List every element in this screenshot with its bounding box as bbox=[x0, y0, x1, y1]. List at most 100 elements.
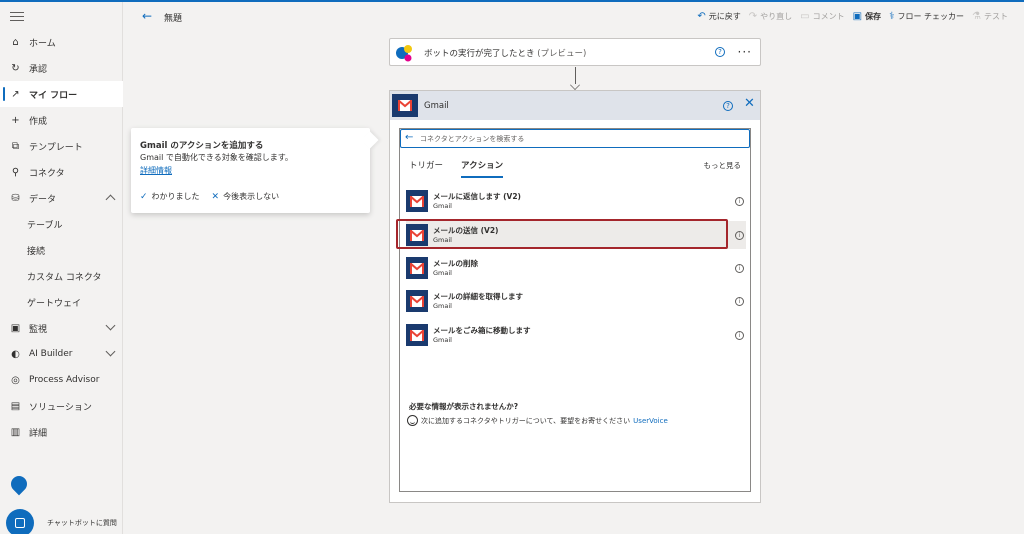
beaker-icon: ⚗ bbox=[972, 10, 981, 22]
action-connector: Gmail bbox=[433, 202, 452, 210]
sidebar-item[interactable]: ▥ 詳細 bbox=[0, 419, 123, 445]
action-item[interactable]: メールの詳細を取得します Gmail i bbox=[406, 287, 746, 315]
redo-icon: ↷ bbox=[748, 10, 758, 22]
uservoice-link[interactable]: UserVoice bbox=[633, 417, 668, 425]
sidebar-item-label: AI Builder bbox=[29, 349, 73, 359]
toolbar-button-label: やり直し bbox=[760, 11, 793, 21]
toolbar-button[interactable]: ▣ 保存 bbox=[853, 11, 881, 22]
info-icon[interactable]: i bbox=[735, 231, 744, 240]
toolbar-button[interactable]: ⚗ テスト bbox=[972, 11, 1008, 22]
close-icon[interactable]: ✕ bbox=[744, 97, 755, 111]
info-icon[interactable]: i bbox=[735, 197, 744, 206]
sidebar-item-label: テーブル bbox=[27, 220, 63, 231]
trigger-help-icon[interactable]: ? bbox=[715, 47, 725, 57]
comment-icon: ▭ bbox=[800, 10, 810, 22]
toolbar-button[interactable]: ⚕ フロー チェッカー bbox=[889, 11, 964, 22]
chevron-down-icon[interactable] bbox=[105, 346, 116, 357]
chatbot-icon bbox=[15, 518, 25, 528]
got-it-label: わかりました bbox=[151, 192, 200, 201]
trigger-card[interactable]: ボットの実行が完了したとき (プレビュー) ? ··· bbox=[389, 38, 761, 66]
back-arrow-icon[interactable]: ← bbox=[405, 132, 413, 143]
tab-actions[interactable]: アクション bbox=[461, 159, 504, 178]
sidebar-item[interactable]: 接続 bbox=[0, 237, 123, 263]
panel-help-icon[interactable]: ? bbox=[723, 101, 733, 111]
trigger-title-text: ボットの実行が完了したとき bbox=[424, 49, 535, 59]
template-icon: ⧉ bbox=[11, 140, 20, 152]
toolbar-button-label: 保存 bbox=[865, 11, 882, 21]
sidebar-item[interactable]: ▤ ソリューション bbox=[0, 393, 123, 419]
panel-title: Gmail bbox=[424, 101, 449, 111]
back-arrow-icon[interactable]: ← bbox=[142, 10, 154, 22]
gmail-logo-icon bbox=[406, 290, 428, 312]
sidebar-item[interactable]: ◎ Process Advisor bbox=[0, 367, 123, 393]
sidebar-item[interactable]: ▣ 監視 bbox=[0, 315, 123, 341]
tab-triggers[interactable]: トリガー bbox=[409, 159, 443, 171]
toolbar-button[interactable]: ▭ コメント bbox=[800, 11, 844, 22]
chevron-down-icon[interactable] bbox=[105, 320, 116, 331]
gmail-logo-icon bbox=[406, 257, 428, 279]
feedback-row: 次に追加するコネクタやトリガーについて、要望をお寄せください UserVoice bbox=[407, 415, 668, 426]
gmail-action-panel: Gmail ? ✕ ← コネクタとアクションを検索する トリガー アクション も… bbox=[389, 90, 761, 503]
action-title: メールに返信します (V2) bbox=[433, 192, 521, 201]
sidebar-item-label: Process Advisor bbox=[29, 375, 100, 385]
toolbar-button-label: テスト bbox=[984, 11, 1008, 21]
dont-show-again-button[interactable]: ✕ 今後表示しない bbox=[212, 191, 280, 202]
sidebar-item-label: カスタム コネクタ bbox=[27, 272, 102, 283]
more-options-icon[interactable]: ··· bbox=[738, 46, 752, 58]
sidebar-item[interactable]: ⚲ コネクタ bbox=[0, 159, 123, 185]
sidebar-item[interactable]: ⧉ テンプレート bbox=[0, 133, 123, 159]
sidebar-item[interactable]: ⛁ データ bbox=[0, 185, 123, 211]
process-advisor-icon: ◎ bbox=[11, 374, 20, 386]
info-icon[interactable]: i bbox=[735, 331, 744, 340]
callout-title: Gmail のアクションを追加する bbox=[140, 141, 264, 151]
missing-info-title: 必要な情報が表示されませんか? bbox=[409, 402, 519, 411]
gmail-logo-icon bbox=[406, 324, 428, 346]
action-title: メールをごみ箱に移動します bbox=[433, 326, 531, 335]
trigger-preview-tag: (プレビュー) bbox=[537, 49, 587, 59]
sidebar-item[interactable]: ↗ マイ フロー bbox=[0, 81, 123, 107]
search-input[interactable]: ← コネクタとアクションを検索する bbox=[400, 129, 750, 148]
connector-icon: ⚲ bbox=[11, 166, 20, 178]
panel-header: Gmail ? ✕ bbox=[390, 91, 760, 120]
action-item[interactable]: メールに返信します (V2) Gmail i bbox=[406, 187, 746, 215]
toolbar-button-label: 元に戻す bbox=[708, 11, 741, 21]
sidebar-item-label: テンプレート bbox=[29, 142, 83, 153]
database-icon: ⛁ bbox=[11, 192, 20, 204]
action-item[interactable]: メールの送信 (V2) Gmail i bbox=[406, 221, 746, 249]
sidebar-item-label: 承認 bbox=[29, 64, 48, 75]
sidebar-item-label: 監視 bbox=[29, 324, 48, 335]
sidebar-item[interactable]: ↻ 承認 bbox=[0, 55, 123, 81]
action-item[interactable]: メールをごみ箱に移動します Gmail i bbox=[406, 321, 746, 349]
learn-more-link[interactable]: 詳細情報 bbox=[140, 165, 172, 176]
flow-title[interactable]: 無題 bbox=[164, 11, 182, 24]
chatbot-label[interactable]: チャットボットに質問 bbox=[47, 518, 117, 528]
action-item[interactable]: メールの削除 Gmail i bbox=[406, 254, 746, 282]
sidebar-item-label: データ bbox=[29, 194, 57, 205]
toolbar-button[interactable]: ↶ 元に戻す bbox=[697, 11, 740, 22]
chevron-up-icon[interactable] bbox=[105, 194, 116, 205]
gmail-logo-icon bbox=[406, 190, 428, 212]
sidebar-item[interactable]: ゲートウェイ bbox=[0, 289, 123, 315]
action-connector: Gmail bbox=[433, 336, 452, 344]
checkmark-icon: ✓ bbox=[140, 191, 148, 202]
home-icon: ⌂ bbox=[12, 36, 19, 48]
info-icon[interactable]: i bbox=[735, 264, 744, 273]
hamburger-menu-icon[interactable] bbox=[10, 12, 24, 22]
left-nav: ⌂ ホーム ↻ 承認 ↗ マイ フロー + 作成 ⧉ テンプレート ⚲ コネクタ ⛁ データテーブル接続カ… bbox=[0, 2, 123, 534]
picker-tabs: トリガー アクション もっと見る bbox=[400, 159, 750, 181]
sidebar-item[interactable]: カスタム コネクタ bbox=[0, 263, 123, 289]
got-it-button[interactable]: ✓ わかりました bbox=[140, 191, 200, 202]
sidebar-item[interactable]: テーブル bbox=[0, 211, 123, 237]
sidebar-item[interactable]: ⌂ ホーム bbox=[0, 29, 123, 55]
teaching-callout: Gmail のアクションを追加する Gmail で自動化できる対象を確認します。… bbox=[131, 128, 370, 213]
action-title: メールの送信 (V2) bbox=[433, 226, 499, 235]
feedback-text: 次に追加するコネクタやトリガーについて、要望をお寄せください bbox=[421, 416, 631, 425]
toolbar-button-label: フロー チェッカー bbox=[897, 11, 965, 21]
toolbar-button[interactable]: ↷ やり直し bbox=[749, 11, 792, 22]
sidebar-item[interactable]: ◐ AI Builder bbox=[0, 341, 123, 367]
see-more-link[interactable]: もっと見る bbox=[704, 160, 742, 171]
chatbot-button[interactable] bbox=[6, 509, 34, 534]
info-icon[interactable]: i bbox=[735, 297, 744, 306]
sidebar-item[interactable]: + 作成 bbox=[0, 107, 123, 133]
trigger-title: ボットの実行が完了したとき (プレビュー) bbox=[424, 47, 586, 59]
